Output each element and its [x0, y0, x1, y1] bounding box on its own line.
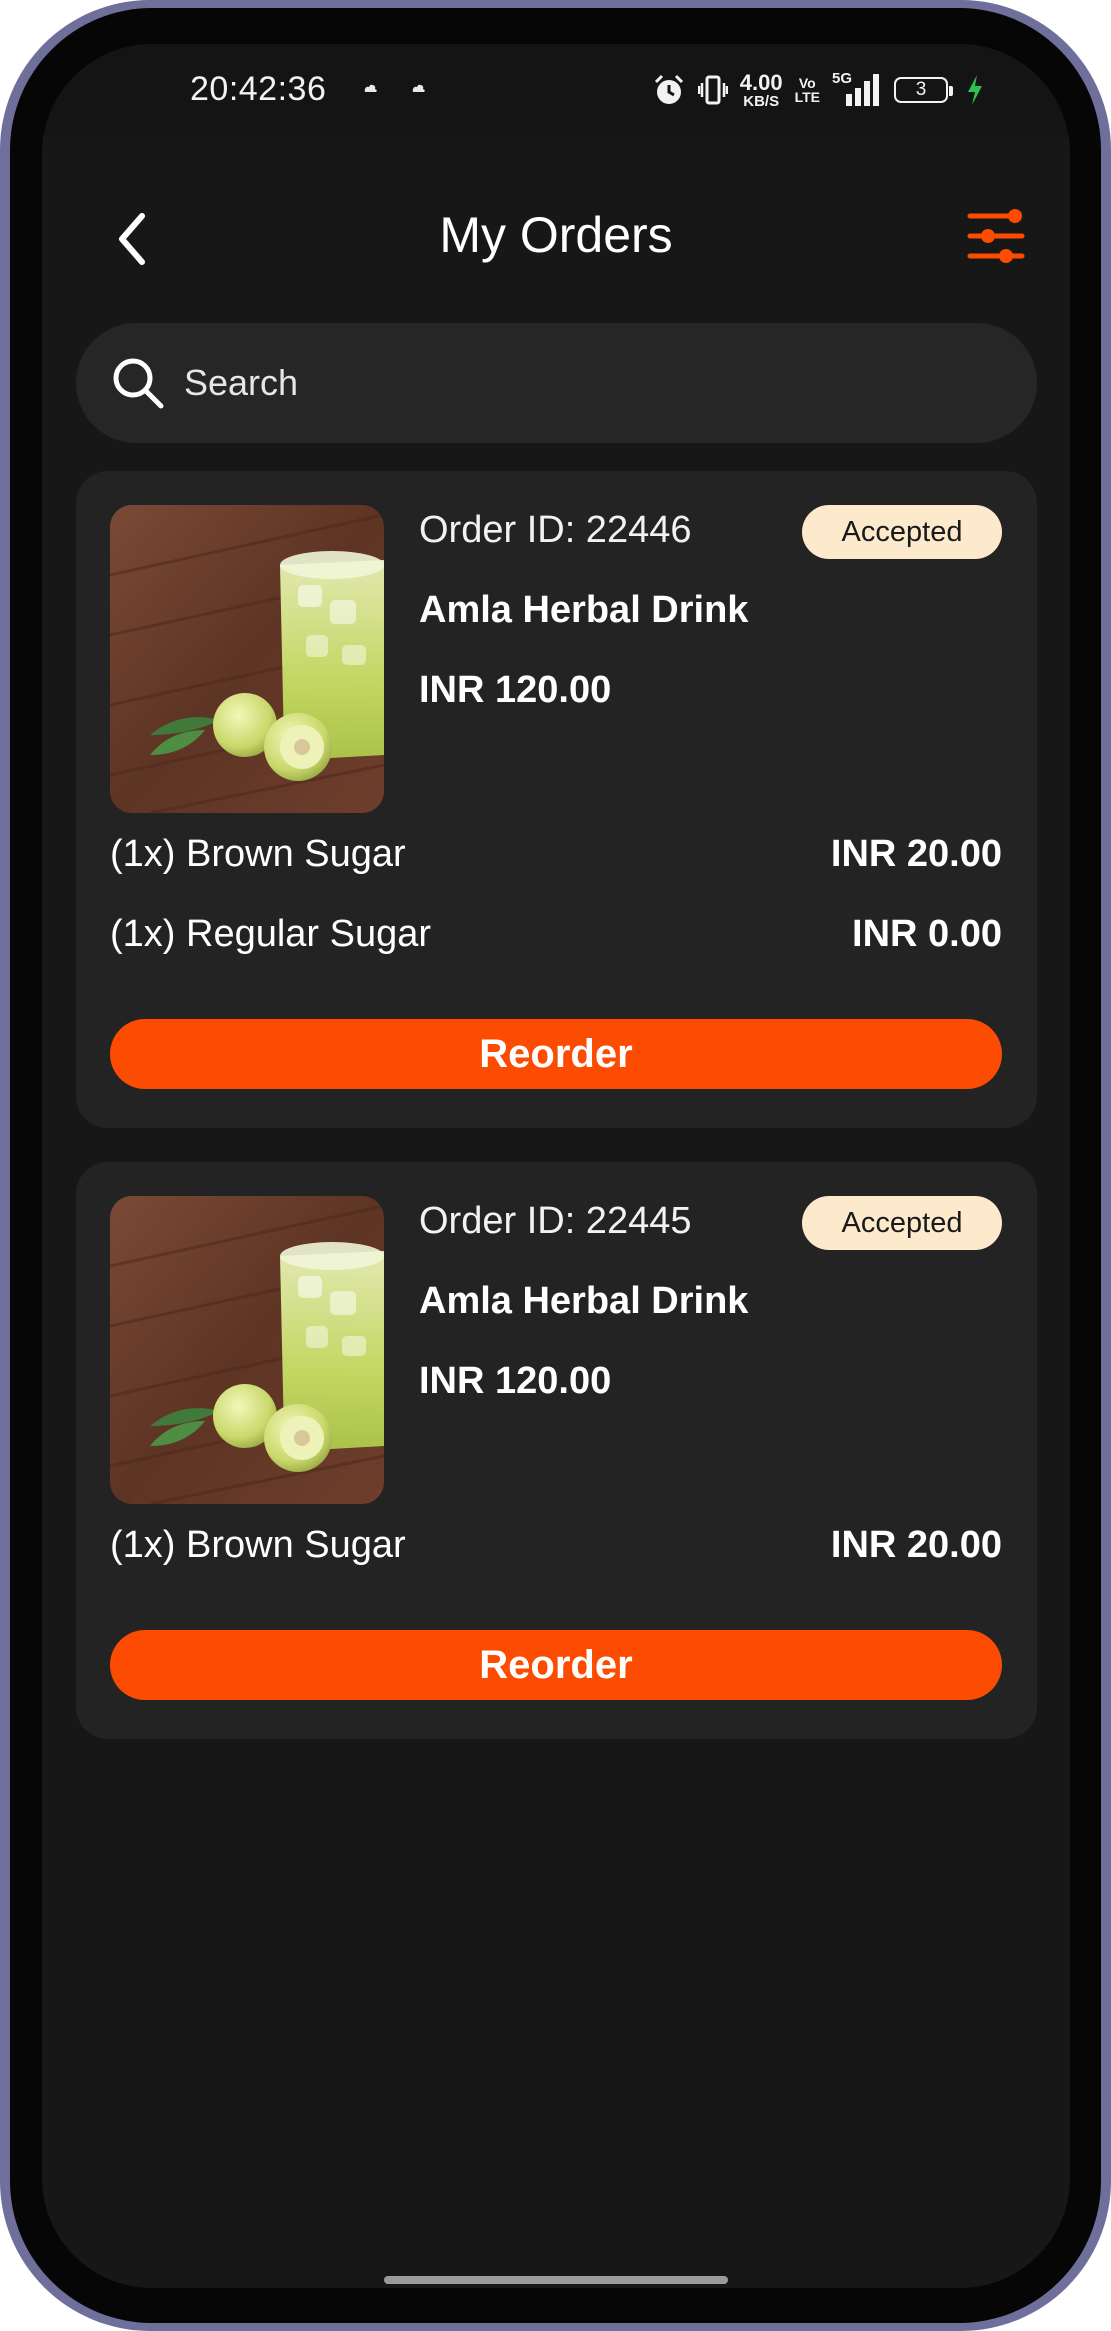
- extra-item-name: (1x) Brown Sugar: [110, 833, 406, 875]
- network-speed-value: 4.00: [739, 69, 783, 95]
- signal-icon: 5G: [832, 70, 882, 108]
- page-title: My Orders: [439, 207, 673, 263]
- alarm-icon: [654, 74, 683, 104]
- extra-item-row: (1x) Brown Sugar INR 20.00: [110, 833, 1002, 883]
- filter-button[interactable]: [964, 204, 1028, 268]
- status-badge: Accepted: [802, 505, 1002, 559]
- extra-item-name: (1x) Brown Sugar: [110, 1524, 406, 1566]
- network-speed: 4.00 KB/S: [739, 69, 783, 110]
- reorder-button[interactable]: Reorder: [110, 1630, 1002, 1700]
- charging-icon: [968, 75, 982, 105]
- volte-indicator: Vo LTE: [795, 76, 820, 104]
- order-id: Order ID: 22445: [419, 1200, 692, 1242]
- volte-bottom: LTE: [794, 89, 820, 105]
- search-input[interactable]: [184, 353, 1004, 413]
- status-badge: Accepted: [802, 1196, 1002, 1250]
- product-image: [110, 1196, 384, 1504]
- network-speed-unit: KB/S: [743, 92, 780, 110]
- search-bar[interactable]: [76, 323, 1037, 443]
- app-screen: 20:42:36 4.00 KB/S Vo LTE 5G 3 My Orders…: [42, 44, 1070, 2288]
- extra-item-price: INR 0.00: [852, 913, 1002, 955]
- status-bar: 20:42:36 4.00 KB/S Vo LTE 5G 3: [42, 44, 1070, 136]
- status-icons: 4.00 KB/S Vo LTE 5G 3: [652, 68, 984, 112]
- order-id: Order ID: 22446: [419, 509, 692, 551]
- product-name: Amla Herbal Drink: [419, 589, 749, 631]
- extra-item-price: INR 20.00: [830, 1524, 1002, 1566]
- reorder-button[interactable]: Reorder: [110, 1019, 1002, 1089]
- sliders-icon: [967, 209, 1025, 263]
- extra-item-price: INR 20.00: [830, 833, 1002, 875]
- vibrate-icon: [697, 75, 728, 105]
- home-indicator[interactable]: [384, 2276, 728, 2284]
- order-card: Order ID: 22445 Accepted Amla Herbal Dri…: [76, 1162, 1037, 1739]
- cloud-icon: [412, 84, 425, 92]
- extra-item-name: (1x) Regular Sugar: [110, 913, 432, 955]
- status-time: 20:42:36: [190, 70, 327, 108]
- extra-item-row: (1x) Brown Sugar INR 20.00: [110, 1524, 1002, 1574]
- product-name: Amla Herbal Drink: [419, 1280, 749, 1322]
- extra-item-row: (1x) Regular Sugar INR 0.00: [110, 913, 1002, 963]
- search-icon: [113, 358, 164, 409]
- cloud-icon: [364, 84, 377, 92]
- order-card: Order ID: 22446 Accepted Amla Herbal Dri…: [76, 471, 1037, 1128]
- battery-level: 3: [915, 79, 927, 100]
- product-image: [110, 505, 384, 813]
- volte-top: Vo: [798, 75, 816, 91]
- battery-icon: 3: [894, 77, 953, 103]
- product-price: INR 120.00: [419, 669, 612, 711]
- product-price: INR 120.00: [419, 1360, 612, 1402]
